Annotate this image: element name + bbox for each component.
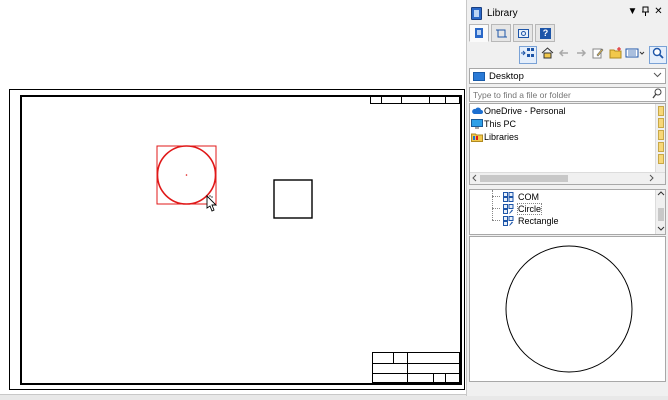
drawing-entities [156, 145, 313, 219]
preview-circle-shape [505, 245, 633, 373]
tab-gallery[interactable] [513, 24, 533, 42]
new-folder-icon [609, 47, 621, 59]
scrollbar-thumb[interactable] [658, 208, 664, 221]
help-icon: ? [540, 28, 551, 39]
file-search-box [469, 87, 666, 102]
symbol-icon [496, 28, 507, 39]
block-tree: COM Circle Rectangle [469, 189, 666, 235]
libraries-folder-icon [471, 132, 483, 142]
panel-title-bar: Library ▼ ✕ [467, 4, 668, 22]
insert-block-icon [521, 48, 534, 57]
chevron-down-icon[interactable] [657, 225, 665, 234]
panel-menu-dropdown-icon[interactable]: ▼ [627, 6, 638, 18]
hand-cursor-icon [206, 194, 218, 212]
new-folder-button[interactable] [606, 46, 624, 64]
block-icon [503, 216, 514, 226]
file-list-vertical-scrollbar[interactable] [655, 104, 665, 172]
search-magnifier-icon[interactable] [652, 88, 662, 102]
tree-item-rectangle[interactable]: Rectangle [492, 215, 652, 227]
chevron-up-icon[interactable] [657, 190, 665, 199]
chevron-right-icon[interactable] [648, 173, 655, 184]
search-button[interactable] [649, 46, 667, 64]
tab-library[interactable] [469, 24, 489, 42]
computer-icon [471, 119, 483, 129]
tree-vertical-scrollbar[interactable] [655, 190, 665, 234]
panel-title: Library [487, 8, 518, 19]
library-icon [471, 7, 482, 20]
panel-tabs: ? [469, 24, 667, 43]
tree-item-circle[interactable]: Circle [492, 203, 652, 215]
location-value: Desktop [489, 71, 524, 82]
list-item[interactable]: Libraries [471, 131, 646, 144]
home-button[interactable] [538, 46, 556, 64]
view-options-icon [625, 48, 645, 58]
library-icon [474, 28, 485, 39]
file-list-horizontal-scrollbar[interactable] [470, 172, 665, 184]
location-dropdown[interactable]: Desktop [469, 68, 666, 84]
block-icon [503, 192, 514, 202]
gallery-icon [518, 28, 529, 39]
back-icon [558, 49, 568, 57]
pin-icon[interactable] [640, 6, 651, 18]
desktop-folder-icon [473, 72, 485, 81]
edit-button[interactable] [589, 46, 607, 64]
list-item[interactable]: OneDrive - Personal [471, 105, 646, 118]
application-window: Library ▼ ✕ ? Desktop Type to find a fil… [0, 0, 668, 400]
edit-icon [592, 48, 604, 59]
cloud-icon [471, 106, 483, 116]
view-options-button[interactable] [623, 46, 647, 64]
block-icon [503, 204, 514, 214]
file-search-input[interactable] [473, 89, 643, 100]
search-icon [652, 47, 664, 59]
block-preview [469, 236, 666, 382]
preview-canvas [505, 245, 633, 373]
drawing-canvas[interactable] [0, 0, 466, 394]
forward-icon [577, 49, 587, 57]
chevron-left-icon[interactable] [471, 173, 478, 184]
rectangle-entity[interactable] [273, 179, 313, 219]
home-icon [541, 47, 553, 59]
library-toolbar [469, 46, 667, 66]
tab-symbol[interactable] [491, 24, 511, 42]
forward-button[interactable] [572, 46, 590, 64]
chevron-down-icon[interactable] [653, 70, 662, 81]
list-item[interactable]: This PC [471, 118, 646, 131]
tree-item-com[interactable]: COM [492, 191, 652, 203]
scrollbar-thumb[interactable] [480, 175, 568, 182]
library-panel: Library ▼ ✕ ? Desktop Type to find a fil… [466, 0, 668, 396]
back-button[interactable] [555, 46, 573, 64]
file-list: OneDrive - Personal This PC Libraries [469, 103, 666, 185]
insert-block-button[interactable] [519, 46, 537, 64]
circle-center-point [185, 174, 188, 176]
close-icon[interactable]: ✕ [653, 6, 664, 18]
tab-help[interactable]: ? [535, 24, 555, 42]
